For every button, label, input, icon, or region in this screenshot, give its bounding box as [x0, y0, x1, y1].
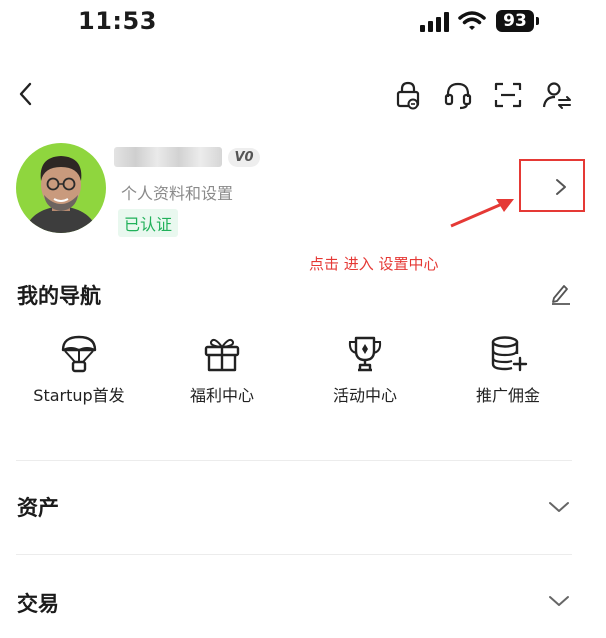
status-time: 11:53 — [78, 7, 157, 35]
username-blurred: username — [114, 147, 222, 167]
parachute-icon — [61, 335, 97, 373]
lock-rotate-icon[interactable] — [393, 80, 423, 110]
section-assets-title[interactable]: 资产 — [17, 492, 59, 522]
coins-plus-icon — [491, 336, 528, 372]
battery-indicator: 93 — [496, 10, 534, 32]
nav-label-referral: 推广佣金 — [475, 386, 540, 405]
wifi-icon — [458, 11, 486, 30]
profile-settings-button[interactable] — [519, 159, 585, 212]
chevron-down-icon[interactable] — [546, 592, 572, 610]
nav-item-referral[interactable]: 推广佣金 — [443, 334, 573, 406]
chevron-right-icon — [556, 179, 566, 195]
navigation-title: 我的导航 — [17, 284, 101, 308]
trophy-icon — [348, 336, 382, 372]
nav-item-welfare[interactable]: 福利中心 — [157, 334, 287, 406]
avatar[interactable] — [16, 143, 106, 233]
nav-item-startup[interactable]: Startup首发 — [14, 334, 144, 406]
switch-account-icon[interactable] — [542, 80, 572, 110]
divider — [16, 460, 572, 461]
divider — [16, 554, 572, 555]
back-chevron-icon[interactable] — [14, 80, 38, 108]
vip-level-badge: V0 — [228, 148, 260, 167]
nav-label-events: 活动中心 — [332, 386, 397, 405]
headset-icon[interactable] — [443, 80, 473, 110]
nav-item-events[interactable]: 活动中心 — [300, 334, 430, 406]
section-trade-title[interactable]: 交易 — [17, 588, 59, 618]
chevron-down-icon[interactable] — [546, 498, 572, 516]
cellular-signal-icon — [420, 12, 449, 32]
verified-badge: 已认证 — [118, 209, 179, 237]
annotation-note: 点击 进入 设置中心 — [309, 255, 439, 273]
edit-pencil-icon[interactable] — [549, 281, 573, 305]
battery-cap — [536, 17, 539, 25]
profile-settings-label[interactable]: 个人资料和设置 — [121, 180, 233, 204]
gift-icon — [204, 338, 240, 372]
avatar-portrait-icon — [24, 156, 98, 233]
nav-label-startup: Startup首发 — [33, 386, 125, 405]
annotation-arrow-icon — [450, 199, 514, 228]
nav-label-welfare: 福利中心 — [189, 386, 254, 405]
scan-icon[interactable] — [493, 80, 523, 110]
